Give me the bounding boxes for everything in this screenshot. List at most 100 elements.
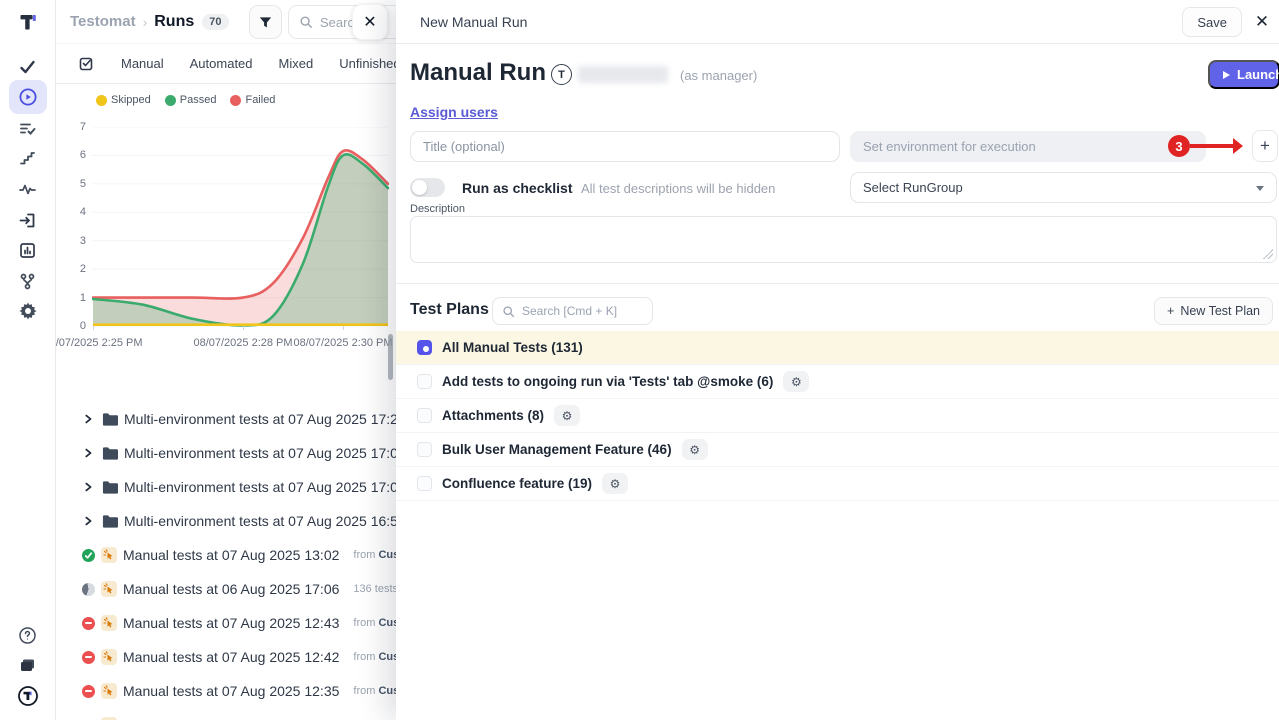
chevron-right-icon[interactable]: [82, 515, 94, 527]
run-row[interactable]: Manual tests at 07 Aug 2025 13:02from Cu…: [56, 541, 396, 569]
test-plans-search-input[interactable]: Search [Cmd + K]: [492, 297, 653, 325]
funnel-icon: [258, 15, 273, 30]
assign-users-link[interactable]: Assign users: [410, 104, 498, 120]
play-icon: [1223, 71, 1230, 79]
sidebar: [0, 0, 56, 720]
y-axis-tick: 7: [60, 121, 86, 133]
legend-item[interactable]: Skipped: [96, 94, 151, 106]
test-plans-search-placeholder: Search [Cmd + K]: [522, 304, 617, 318]
y-axis-tick: 6: [60, 149, 86, 161]
description-textarea[interactable]: [410, 216, 1277, 263]
run-as-checklist-toggle[interactable]: [410, 178, 445, 197]
run-row[interactable]: Manual tests at 06 Aug 2025 17:06136 tes…: [56, 575, 396, 603]
add-environment-button[interactable]: +: [1252, 130, 1278, 162]
run-row[interactable]: Manual tests at 07 Aug 2025 12:35from Cu…: [56, 677, 396, 705]
run-label: Multi-environment tests at 07 Aug 2025 1…: [124, 513, 396, 529]
rungroup-select[interactable]: Select RunGroup: [850, 172, 1277, 203]
description-label: Description: [410, 203, 465, 215]
legend-item[interactable]: Passed: [165, 94, 217, 106]
resize-grip-icon[interactable]: [1263, 249, 1273, 259]
folder-icon: [102, 479, 118, 495]
test-plan-label: Attachments (8): [442, 408, 544, 423]
tab-manual[interactable]: Manual: [121, 56, 164, 71]
manual-test-icon: [101, 615, 117, 631]
checkbox-icon[interactable]: [417, 476, 432, 491]
checkbox-icon[interactable]: [417, 374, 432, 389]
filter-button[interactable]: [249, 5, 282, 39]
plans-list-check-icon[interactable]: [9, 111, 47, 145]
title-placeholder: Title (optional): [423, 139, 505, 154]
run-row[interactable]: Multi-environment tests at 07 Aug 2025 1…: [56, 405, 396, 433]
settings-gear-icon[interactable]: [9, 294, 47, 328]
breadcrumb-project[interactable]: Testomat: [70, 13, 136, 30]
test-plan-row[interactable]: Bulk User Management Feature (46)⚙: [396, 433, 1279, 467]
runs-tabbar: Manual Automated Mixed Unfinished: [56, 44, 396, 84]
run-row[interactable]: Multi-environment tests at 07 Aug 2025 1…: [56, 507, 396, 535]
test-plan-row[interactable]: All Manual Tests (131): [396, 331, 1279, 365]
run-row[interactable]: Multi-environment tests at 07 Aug 2025 1…: [56, 473, 396, 501]
app-logo-icon[interactable]: [9, 5, 47, 39]
test-plan-label: All Manual Tests (131): [442, 340, 583, 355]
tests-check-icon[interactable]: [9, 50, 47, 84]
tab-unfinished[interactable]: Unfinished: [339, 56, 396, 71]
select-all-icon[interactable]: [78, 55, 95, 72]
run-row[interactable]: Multi-environment tests at 07 Aug 2025 1…: [56, 439, 396, 467]
run-row[interactable]: Manual tests at 07 Aug 2025 12:43from Cu…: [56, 609, 396, 637]
launch-button[interactable]: Launch: [1208, 60, 1279, 89]
reports-chart-icon[interactable]: [9, 233, 47, 267]
scrollbar[interactable]: [388, 334, 393, 380]
run-row-partial[interactable]: [56, 711, 396, 720]
runs-play-circle-icon[interactable]: [9, 80, 47, 114]
y-axis-tick: 4: [60, 206, 86, 218]
test-plan-label: Confluence feature (19): [442, 476, 592, 491]
save-button[interactable]: Save: [1182, 7, 1242, 37]
chart-legend: Skipped Passed Failed: [96, 94, 275, 106]
test-plan-gear-button[interactable]: ⚙: [682, 439, 708, 460]
test-plan-row[interactable]: Attachments (8) ⚙: [396, 399, 1279, 433]
test-plans-heading: Test Plans: [410, 301, 489, 319]
run-label: Multi-environment tests at 07 Aug 2025 1…: [124, 479, 396, 495]
chevron-right-icon[interactable]: [82, 413, 94, 425]
title-input[interactable]: Title (optional): [410, 131, 840, 162]
environment-input[interactable]: Set environment for execution: [850, 131, 1206, 162]
y-axis-tick: 1: [60, 292, 86, 304]
run-status-icon-failed: [82, 685, 95, 698]
milestones-steps-icon[interactable]: [9, 141, 47, 175]
runs-count-badge: 70: [202, 14, 228, 30]
test-plan-gear-button[interactable]: ⚙: [783, 371, 809, 392]
runs-page: Testomat › Runs 70 Search ✕ Manual Autom…: [56, 0, 396, 720]
test-plan-gear-button[interactable]: ⚙: [602, 473, 628, 494]
x-axis-tick: 08/07/2025 2:28 PM: [193, 337, 292, 349]
close-icon[interactable]: ✕: [1251, 11, 1273, 33]
tab-automated[interactable]: Automated: [190, 56, 253, 71]
checkbox-icon[interactable]: [417, 442, 432, 457]
chart-plot-area: [92, 127, 389, 329]
checkbox-icon[interactable]: [417, 408, 432, 423]
legend-item[interactable]: Failed: [230, 94, 275, 106]
analytics-pulse-icon[interactable]: [9, 172, 47, 206]
search-clear-button[interactable]: ✕: [352, 4, 388, 40]
legend-dot-icon: [230, 95, 241, 106]
projects-copy-icon[interactable]: [9, 648, 47, 682]
test-plan-row[interactable]: Add tests to ongoing run via 'Tests' tab…: [396, 365, 1279, 399]
run-status-icon-failed: [82, 617, 95, 630]
branch-icon[interactable]: [9, 264, 47, 298]
rungroup-placeholder: Select RunGroup: [863, 180, 963, 195]
y-axis-tick: 5: [60, 178, 86, 190]
run-row[interactable]: Manual tests at 07 Aug 2025 12:42from Cu…: [56, 643, 396, 671]
chevron-right-icon[interactable]: [82, 481, 94, 493]
run-label: Manual tests at 06 Aug 2025 17:06: [123, 581, 339, 597]
new-test-plan-button[interactable]: + New Test Plan: [1154, 297, 1273, 325]
search-icon: [502, 305, 515, 318]
run-status-icon-passed: [82, 549, 95, 562]
help-icon[interactable]: [9, 618, 47, 652]
test-plan-gear-button[interactable]: ⚙: [554, 405, 580, 426]
tab-mixed[interactable]: Mixed: [279, 56, 314, 71]
checkbox-checked-icon[interactable]: [417, 340, 432, 355]
run-label: Manual tests at 07 Aug 2025 13:02: [123, 547, 339, 563]
account-logo-circle-icon[interactable]: [9, 679, 47, 713]
chevron-right-icon[interactable]: [82, 447, 94, 459]
y-axis-tick: 2: [60, 263, 86, 275]
import-icon[interactable]: [9, 203, 47, 237]
test-plan-row[interactable]: Confluence feature (19) ⚙: [396, 467, 1279, 501]
